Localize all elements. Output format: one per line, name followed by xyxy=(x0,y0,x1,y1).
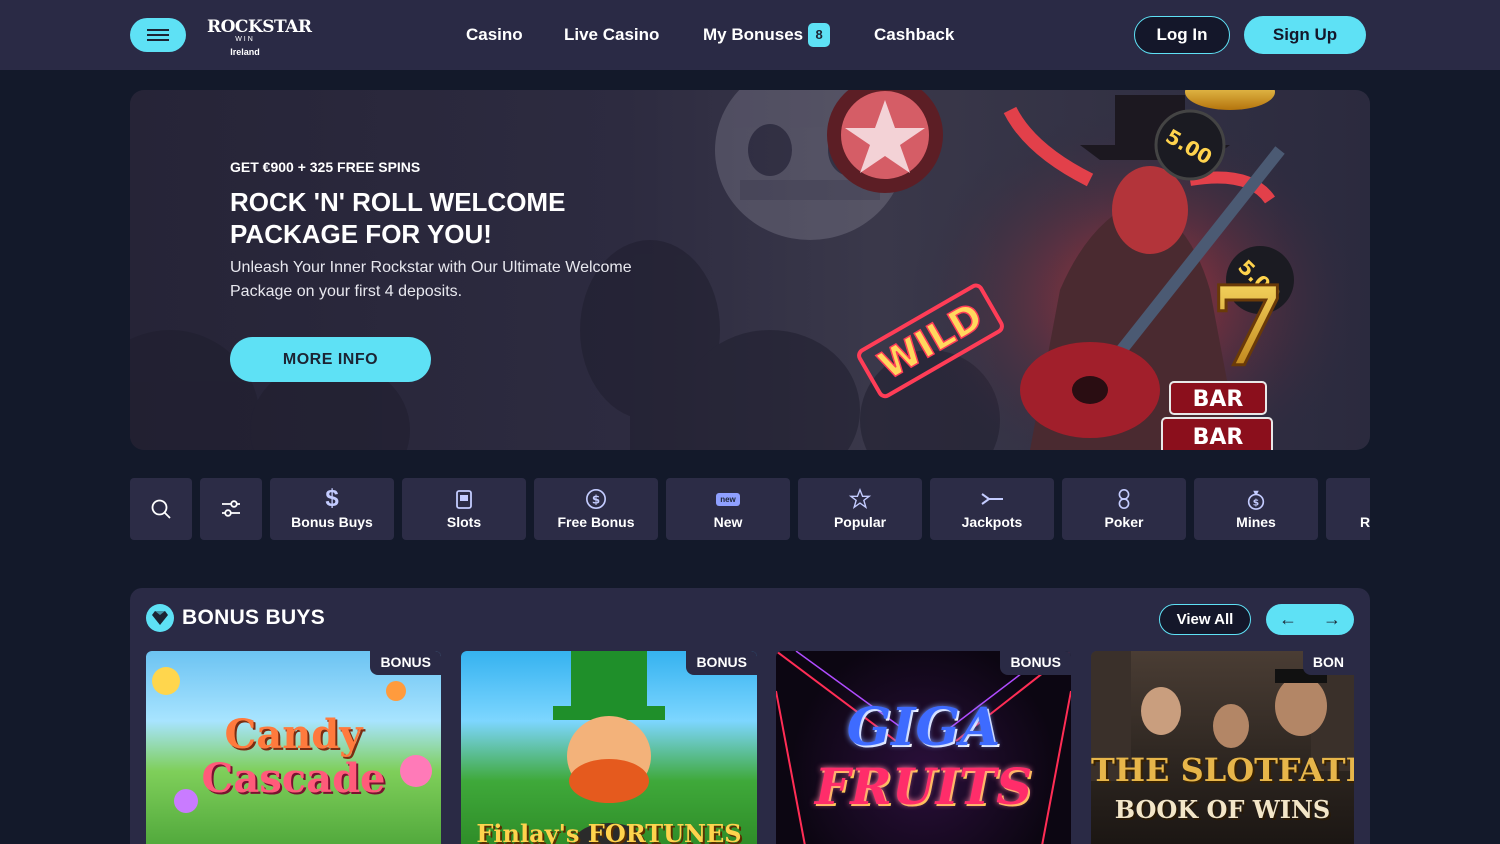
category-partial[interactable]: Re xyxy=(1326,478,1370,540)
carousel-arrows: ← → xyxy=(1266,604,1354,635)
category-label: Re xyxy=(1360,514,1370,530)
bonus-tag: BON xyxy=(1302,651,1354,675)
sliders-icon xyxy=(222,500,240,517)
money-bag-icon: $ xyxy=(1247,490,1265,510)
game-title-line2: FORTUNES xyxy=(587,819,742,844)
game-title-line2: FRUITS xyxy=(814,757,1033,816)
hero-title: ROCK 'N' ROLL WELCOME PACKAGE FOR YOU! xyxy=(230,187,566,249)
bonus-count-badge: 8 xyxy=(808,23,831,47)
coin-icon: $ xyxy=(586,489,606,509)
category-bar: $ Bonus Buys Slots $ Free Bonus new New … xyxy=(130,478,1370,540)
signup-button[interactable]: Sign Up xyxy=(1244,16,1366,54)
category-label: Popular xyxy=(833,514,887,530)
hero-description: Unleash Your Inner Rockstar with Our Ult… xyxy=(230,259,632,300)
login-button[interactable]: Log In xyxy=(1134,16,1230,54)
game-card[interactable]: THE SLOTFATHER BOOK OF WINS BON xyxy=(1091,651,1354,844)
lucky-seven-graphic: 7 xyxy=(1210,262,1287,391)
nav-live-casino-label: Live Casino xyxy=(564,25,660,44)
jackpot-icon xyxy=(981,493,1003,505)
nav-live-casino[interactable]: Live Casino xyxy=(564,0,659,70)
chip-5-graphic: 5.00 xyxy=(1154,109,1226,181)
nav-casino[interactable]: Casino xyxy=(466,0,523,70)
star-icon xyxy=(848,488,872,509)
nav-my-bonuses[interactable]: My Bonuses 8 xyxy=(703,0,831,70)
nav-cashback[interactable]: Cashback xyxy=(874,0,954,70)
svg-text:$: $ xyxy=(592,493,600,507)
game-title-line1: Candy xyxy=(224,711,363,758)
arrow-left-icon[interactable]: ← xyxy=(1266,604,1310,635)
category-poker[interactable]: Poker xyxy=(1062,478,1186,540)
diamond-icon xyxy=(146,604,174,632)
category-label: Poker xyxy=(1104,514,1144,530)
nav-my-bonuses-label: My Bonuses xyxy=(703,25,804,44)
game-title-line1: Finlay's FORTUNES xyxy=(461,819,757,844)
logo-subword: WIN xyxy=(235,36,255,43)
hero-eyebrow: GET €900 + 325 FREE SPINS xyxy=(230,159,421,175)
bonus-tag: BONUS xyxy=(1000,651,1071,675)
bonus-buys-section: BONUS BUYS View All ← → Candy Cascade BO… xyxy=(130,588,1370,844)
site-header: ROCKSTAR WIN Ireland Casino Live Casino … xyxy=(0,0,1500,70)
search-button[interactable] xyxy=(130,478,192,540)
category-label: Jackpots xyxy=(961,514,1023,530)
category-bonus-buys[interactable]: $ Bonus Buys xyxy=(270,478,394,540)
category-label: Bonus Buys xyxy=(291,514,373,530)
filter-button[interactable] xyxy=(200,478,262,540)
game-card[interactable]: GIGA FRUITS BONUS xyxy=(776,651,1071,844)
search-icon xyxy=(151,499,171,519)
slot-machine-icon xyxy=(456,490,472,509)
more-info-button[interactable]: MORE INFO xyxy=(230,337,431,382)
category-label: New xyxy=(713,514,743,530)
hero-banner: WILD 5.00 5.00 7 BAR BAR GET €900 + 325 … xyxy=(130,90,1370,450)
svg-text:BAR: BAR xyxy=(1193,425,1244,450)
game-card[interactable]: Finlay's FORTUNES BONUS xyxy=(461,651,757,844)
svg-text:$: $ xyxy=(1253,497,1259,508)
new-badge-icon: new xyxy=(716,488,740,510)
leprechaun-art xyxy=(553,651,665,844)
section-title: BONUS BUYS xyxy=(182,606,326,629)
game-title-line1: THE SLOTFATHER xyxy=(1091,751,1354,789)
game-title-line2: Cascade xyxy=(201,755,386,802)
svg-text:BAR: BAR xyxy=(1193,387,1244,412)
view-all-button[interactable]: View All xyxy=(1159,604,1251,635)
nav-casino-label: Casino xyxy=(466,25,523,44)
nav-cashback-label: Cashback xyxy=(874,25,955,44)
game-title-line2: BOOK OF WINS xyxy=(1114,795,1331,824)
arrow-right-icon[interactable]: → xyxy=(1310,604,1354,635)
category-mines[interactable]: $ Mines xyxy=(1194,478,1318,540)
category-popular[interactable]: Popular xyxy=(798,478,922,540)
category-label: Mines xyxy=(1236,514,1276,530)
gold-coin-graphic xyxy=(1185,90,1275,110)
logo-region: Ireland xyxy=(230,47,260,57)
hamburger-menu-button[interactable] xyxy=(130,18,186,52)
site-logo[interactable]: ROCKSTAR WIN Ireland xyxy=(207,17,312,57)
bonus-tag: BONUS xyxy=(370,651,441,675)
poker-chip-icon xyxy=(1118,489,1130,509)
category-new[interactable]: new New xyxy=(666,478,790,540)
category-slots[interactable]: Slots xyxy=(402,478,526,540)
game-card[interactable]: Candy Cascade BONUS xyxy=(146,651,441,844)
logo-wordmark: ROCKSTAR xyxy=(207,17,312,37)
category-label: Free Bonus xyxy=(557,514,635,530)
category-label: Slots xyxy=(446,514,482,530)
bonus-tag: BONUS xyxy=(686,651,757,675)
game-title-line1: GIGA xyxy=(846,697,1001,758)
category-free-bonus[interactable]: $ Free Bonus xyxy=(534,478,658,540)
dollar-icon: $ xyxy=(325,485,339,512)
hamburger-icon xyxy=(147,29,169,41)
category-jackpots[interactable]: Jackpots xyxy=(930,478,1054,540)
